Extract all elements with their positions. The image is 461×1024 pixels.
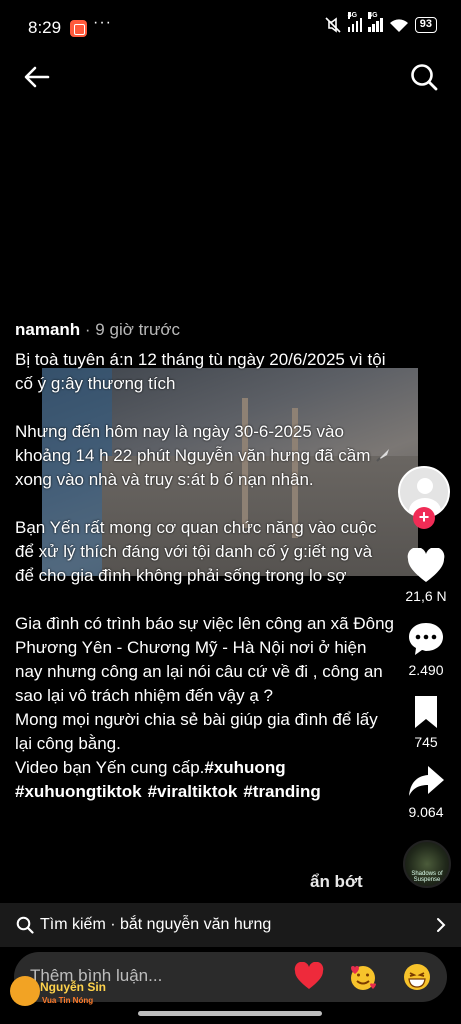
- smiling-hearts-emoji-icon[interactable]: [348, 962, 378, 992]
- comment-count: 2.490: [408, 662, 444, 678]
- chevron-right-icon: [437, 918, 446, 932]
- channel-watermark-logo: Nguyễn Sin Vua Tin Nóng: [10, 974, 120, 1014]
- search-suggestion-label: Tìm kiếm · bắt nguyễn văn hưng: [40, 916, 272, 933]
- hashtag[interactable]: #xuhuong: [204, 758, 285, 777]
- caption-paragraph: Bạn Yến rất mong cơ quan chức năng vào c…: [15, 518, 382, 585]
- share-arrow-icon: [409, 766, 444, 796]
- status-bar: 8:29 ··· 4G 4G 93: [0, 0, 461, 56]
- mute-icon: [325, 17, 341, 33]
- more-notifications-indicator: ···: [93, 14, 112, 31]
- save-count: 745: [414, 734, 438, 750]
- caption-paragraph: Bị toà tuyên á:n 12 tháng tù ngày 20/6/2…: [15, 350, 391, 393]
- follow-button[interactable]: +: [413, 507, 435, 529]
- hashtag[interactable]: #tranding: [243, 782, 320, 801]
- knife-emoji-icon: [376, 449, 390, 462]
- caption-paragraph: Nhưng đến hôm nay là ngày 30-6-2025 vào …: [15, 422, 371, 465]
- bookmark-icon: [415, 696, 437, 728]
- comment-icon: [409, 623, 443, 655]
- post-caption: namanh · 9 giờ trước Bị toà tuyên á:n 12…: [15, 320, 395, 804]
- notification-app-icon: [70, 20, 87, 37]
- comment-button[interactable]: 2.490: [398, 620, 454, 678]
- caption-paragraph: Mong mọi người chia sẻ bài giúp gia đình…: [15, 710, 383, 753]
- status-time: 8:29: [28, 18, 62, 37]
- post-time: · 9 giờ trước: [84, 320, 180, 339]
- caption-paragraph: Gia đình có trình báo sự việc lên công a…: [15, 614, 399, 705]
- hashtag[interactable]: #xuhuongtiktok: [15, 782, 142, 801]
- caption-text: Bị toà tuyên á:n 12 tháng tù ngày 20/6/2…: [15, 348, 395, 780]
- like-count: 21,6 N: [405, 588, 447, 604]
- battery-indicator: 93: [414, 17, 437, 33]
- grinning-emoji-icon[interactable]: [402, 962, 432, 992]
- search-suggestion-bar[interactable]: Tìm kiếm · bắt nguyễn văn hưng: [0, 903, 461, 947]
- search-icon: [16, 916, 34, 934]
- signal-icon-1: 4G: [347, 12, 363, 32]
- home-indicator[interactable]: [138, 1011, 322, 1016]
- music-disc[interactable]: Shadows of Suspense: [403, 840, 451, 888]
- watermark-subtitle: Vua Tin Nóng: [42, 996, 94, 1005]
- like-button[interactable]: 21,6 N: [398, 548, 454, 604]
- search-icon[interactable]: [409, 62, 439, 92]
- author-line: namanh · 9 giờ trước: [15, 320, 395, 340]
- hashtag-list: #xuhuongtiktok #viraltiktok #tranding: [15, 780, 395, 804]
- signal-icon-2: 4G: [368, 12, 383, 32]
- wifi-icon: [389, 18, 408, 32]
- caption-paragraph: xong vào nhà và truy s:át b ố nạn nhân.: [15, 470, 314, 489]
- caption-paragraph: Video bạn Yến cung cấp.: [15, 758, 205, 777]
- hashtag[interactable]: #viraltiktok: [148, 782, 238, 801]
- show-less-button[interactable]: ẩn bớt: [310, 872, 363, 892]
- author-name[interactable]: namanh: [15, 320, 80, 339]
- heart-icon: [407, 548, 445, 582]
- share-count: 9.064: [408, 804, 444, 820]
- status-icons: 4G 4G 93: [324, 12, 437, 33]
- back-arrow-icon[interactable]: [22, 62, 52, 92]
- watermark-logo-icon: [10, 976, 40, 1006]
- save-button[interactable]: 745: [398, 694, 454, 750]
- watermark-name: Nguyễn Sin: [40, 980, 107, 994]
- heart-emoji-icon[interactable]: [294, 962, 324, 992]
- share-button[interactable]: 9.064: [398, 764, 454, 820]
